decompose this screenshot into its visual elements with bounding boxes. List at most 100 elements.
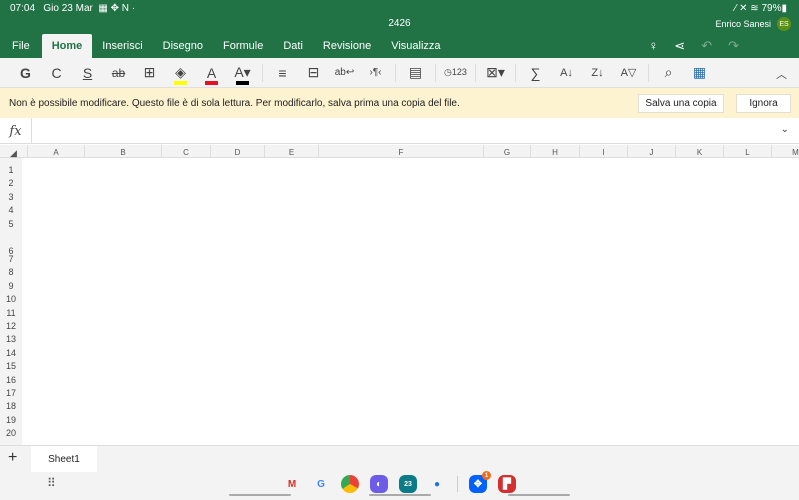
- autosum-icon[interactable]: ∑: [520, 65, 551, 81]
- column-header[interactable]: A: [28, 145, 85, 158]
- sort-descending-icon[interactable]: Z↓: [582, 67, 613, 79]
- row-header[interactable]: 15: [0, 361, 22, 371]
- font-color-button[interactable]: A: [196, 64, 227, 85]
- clock: 07:04: [10, 3, 36, 14]
- add-sheet-button[interactable]: +: [8, 449, 17, 467]
- number-format-label: 123: [451, 67, 467, 77]
- search-icon[interactable]: ⌕: [653, 64, 684, 81]
- tab-data[interactable]: Dati: [273, 34, 313, 58]
- row-header[interactable]: 7: [0, 254, 22, 264]
- borders-icon[interactable]: ⊞: [134, 64, 165, 81]
- align-icon[interactable]: ≡: [267, 65, 298, 81]
- notification-badge: 1: [482, 471, 491, 480]
- tab-file[interactable]: File: [0, 34, 42, 58]
- row-header[interactable]: 12: [0, 321, 22, 331]
- font-color-letter: A: [206, 64, 217, 81]
- function-icon[interactable]: fx: [0, 118, 32, 144]
- row-header[interactable]: 13: [0, 334, 22, 344]
- user-account[interactable]: Enrico Sanesi ES: [715, 17, 791, 31]
- row-header[interactable]: 10: [0, 294, 22, 304]
- row-header[interactable]: 16: [0, 375, 22, 385]
- ignore-button[interactable]: Ignora: [736, 94, 791, 113]
- status-bar-left: 07:04 Gio 23 Mar ▦ ✥ N ·: [10, 3, 136, 14]
- lightbulb-icon[interactable]: ♀: [649, 38, 659, 54]
- underline-button[interactable]: S: [72, 65, 103, 81]
- column-header[interactable]: H: [531, 145, 580, 158]
- row-header[interactable]: 8: [0, 267, 22, 277]
- tab-insert[interactable]: Inserisci: [92, 34, 152, 58]
- row-header[interactable]: 2: [0, 178, 22, 188]
- undo-icon[interactable]: ↶: [701, 38, 712, 54]
- column-header[interactable]: G: [484, 145, 531, 158]
- avatar[interactable]: ES: [777, 17, 791, 31]
- row-header[interactable]: 1: [0, 165, 22, 175]
- save-copy-button[interactable]: Salva una copia: [638, 94, 724, 113]
- row-header[interactable]: 19: [0, 415, 22, 425]
- tab-formulas[interactable]: Formule: [213, 34, 273, 58]
- sort-ascending-icon[interactable]: A↓: [551, 67, 582, 79]
- tab-review[interactable]: Revisione: [313, 34, 381, 58]
- column-header[interactable]: M: [772, 145, 799, 158]
- column-header[interactable]: F: [319, 145, 484, 158]
- column-headers: ◢ A B C D E F G H I J K L M: [0, 145, 799, 158]
- formula-bar: fx ⌄: [0, 118, 799, 144]
- gmail-icon[interactable]: M: [283, 475, 301, 493]
- nav-handle: [369, 494, 431, 496]
- expand-formula-icon[interactable]: ⌄: [781, 124, 789, 135]
- cell-grid[interactable]: [22, 158, 799, 445]
- format-table-icon[interactable]: ▤: [400, 64, 431, 81]
- italic-button[interactable]: C: [41, 65, 72, 81]
- freeze-panes-icon[interactable]: ▦: [684, 64, 715, 81]
- text-direction-icon[interactable]: ›¶‹: [360, 67, 391, 78]
- tab-draw[interactable]: Disegno: [153, 34, 213, 58]
- insert-delete-cells-icon[interactable]: ⊠▾: [480, 64, 511, 81]
- font-color-dropdown[interactable]: A▾: [227, 64, 258, 85]
- row-header[interactable]: 11: [0, 308, 22, 318]
- app-drawer-icon[interactable]: ⠿: [47, 476, 56, 490]
- battery-level: 79%: [761, 3, 782, 14]
- messages-icon[interactable]: ●: [428, 475, 446, 493]
- google-icon[interactable]: G: [312, 475, 330, 493]
- row-header[interactable]: 9: [0, 281, 22, 291]
- chrome-icon[interactable]: [341, 475, 359, 493]
- row-header[interactable]: 5: [0, 219, 22, 229]
- flipboard-icon[interactable]: ▛: [498, 475, 516, 493]
- filter-icon[interactable]: A▽: [613, 66, 644, 79]
- dropbox-icon[interactable]: ✥ 1: [469, 471, 491, 493]
- row-header[interactable]: 20: [0, 428, 22, 438]
- column-header[interactable]: C: [162, 145, 211, 158]
- column-header[interactable]: E: [265, 145, 319, 158]
- merge-icon[interactable]: ⊟: [298, 64, 329, 81]
- row-header[interactable]: 14: [0, 348, 22, 358]
- ribbon-toolbar: G C S ab ⊞ ◈ A A▾ ≡ ⊟ ab↩ ›¶‹ ▤ ◷123 ⊠▾ …: [0, 58, 799, 88]
- row-header[interactable]: 17: [0, 388, 22, 398]
- status-bar-right: ⁄ ✕ ≋ 79%▮: [734, 3, 787, 14]
- row-header[interactable]: 4: [0, 205, 22, 215]
- wrap-text-icon[interactable]: ab↩: [329, 67, 360, 78]
- share-icon[interactable]: ⋖: [674, 38, 685, 54]
- collapse-ribbon-icon[interactable]: ︿: [776, 66, 787, 82]
- tab-home[interactable]: Home: [41, 34, 93, 58]
- column-header[interactable]: B: [85, 145, 162, 158]
- sheet-tab[interactable]: Sheet1: [31, 446, 97, 473]
- fill-color-button[interactable]: ◈: [165, 64, 196, 85]
- column-header[interactable]: I: [580, 145, 628, 158]
- date: Gio 23 Mar: [43, 3, 93, 14]
- strikethrough-button[interactable]: ab: [103, 66, 134, 80]
- column-header[interactable]: L: [724, 145, 772, 158]
- number-format-icon[interactable]: ◷123: [440, 67, 471, 78]
- select-all-button[interactable]: ◢: [0, 145, 28, 158]
- column-header[interactable]: K: [676, 145, 724, 158]
- tab-view[interactable]: Visualizza: [381, 34, 450, 58]
- document-title: 2426: [388, 18, 411, 29]
- column-header[interactable]: D: [211, 145, 265, 158]
- row-header[interactable]: 3: [0, 192, 22, 202]
- column-header[interactable]: J: [628, 145, 676, 158]
- samsung-internet-icon[interactable]: ◐: [370, 475, 388, 493]
- row-headers: 1 2 3 4 5 6 7 8 9 10 11 12 13 14 15 16 17 18 19 20: [0, 158, 22, 445]
- bold-button[interactable]: G: [10, 65, 41, 81]
- calendar-icon[interactable]: 23: [399, 475, 417, 493]
- read-only-notice: Non è possibile modificare. Questo file …: [0, 88, 799, 118]
- row-header[interactable]: 18: [0, 401, 22, 411]
- redo-icon[interactable]: ↷: [728, 38, 739, 54]
